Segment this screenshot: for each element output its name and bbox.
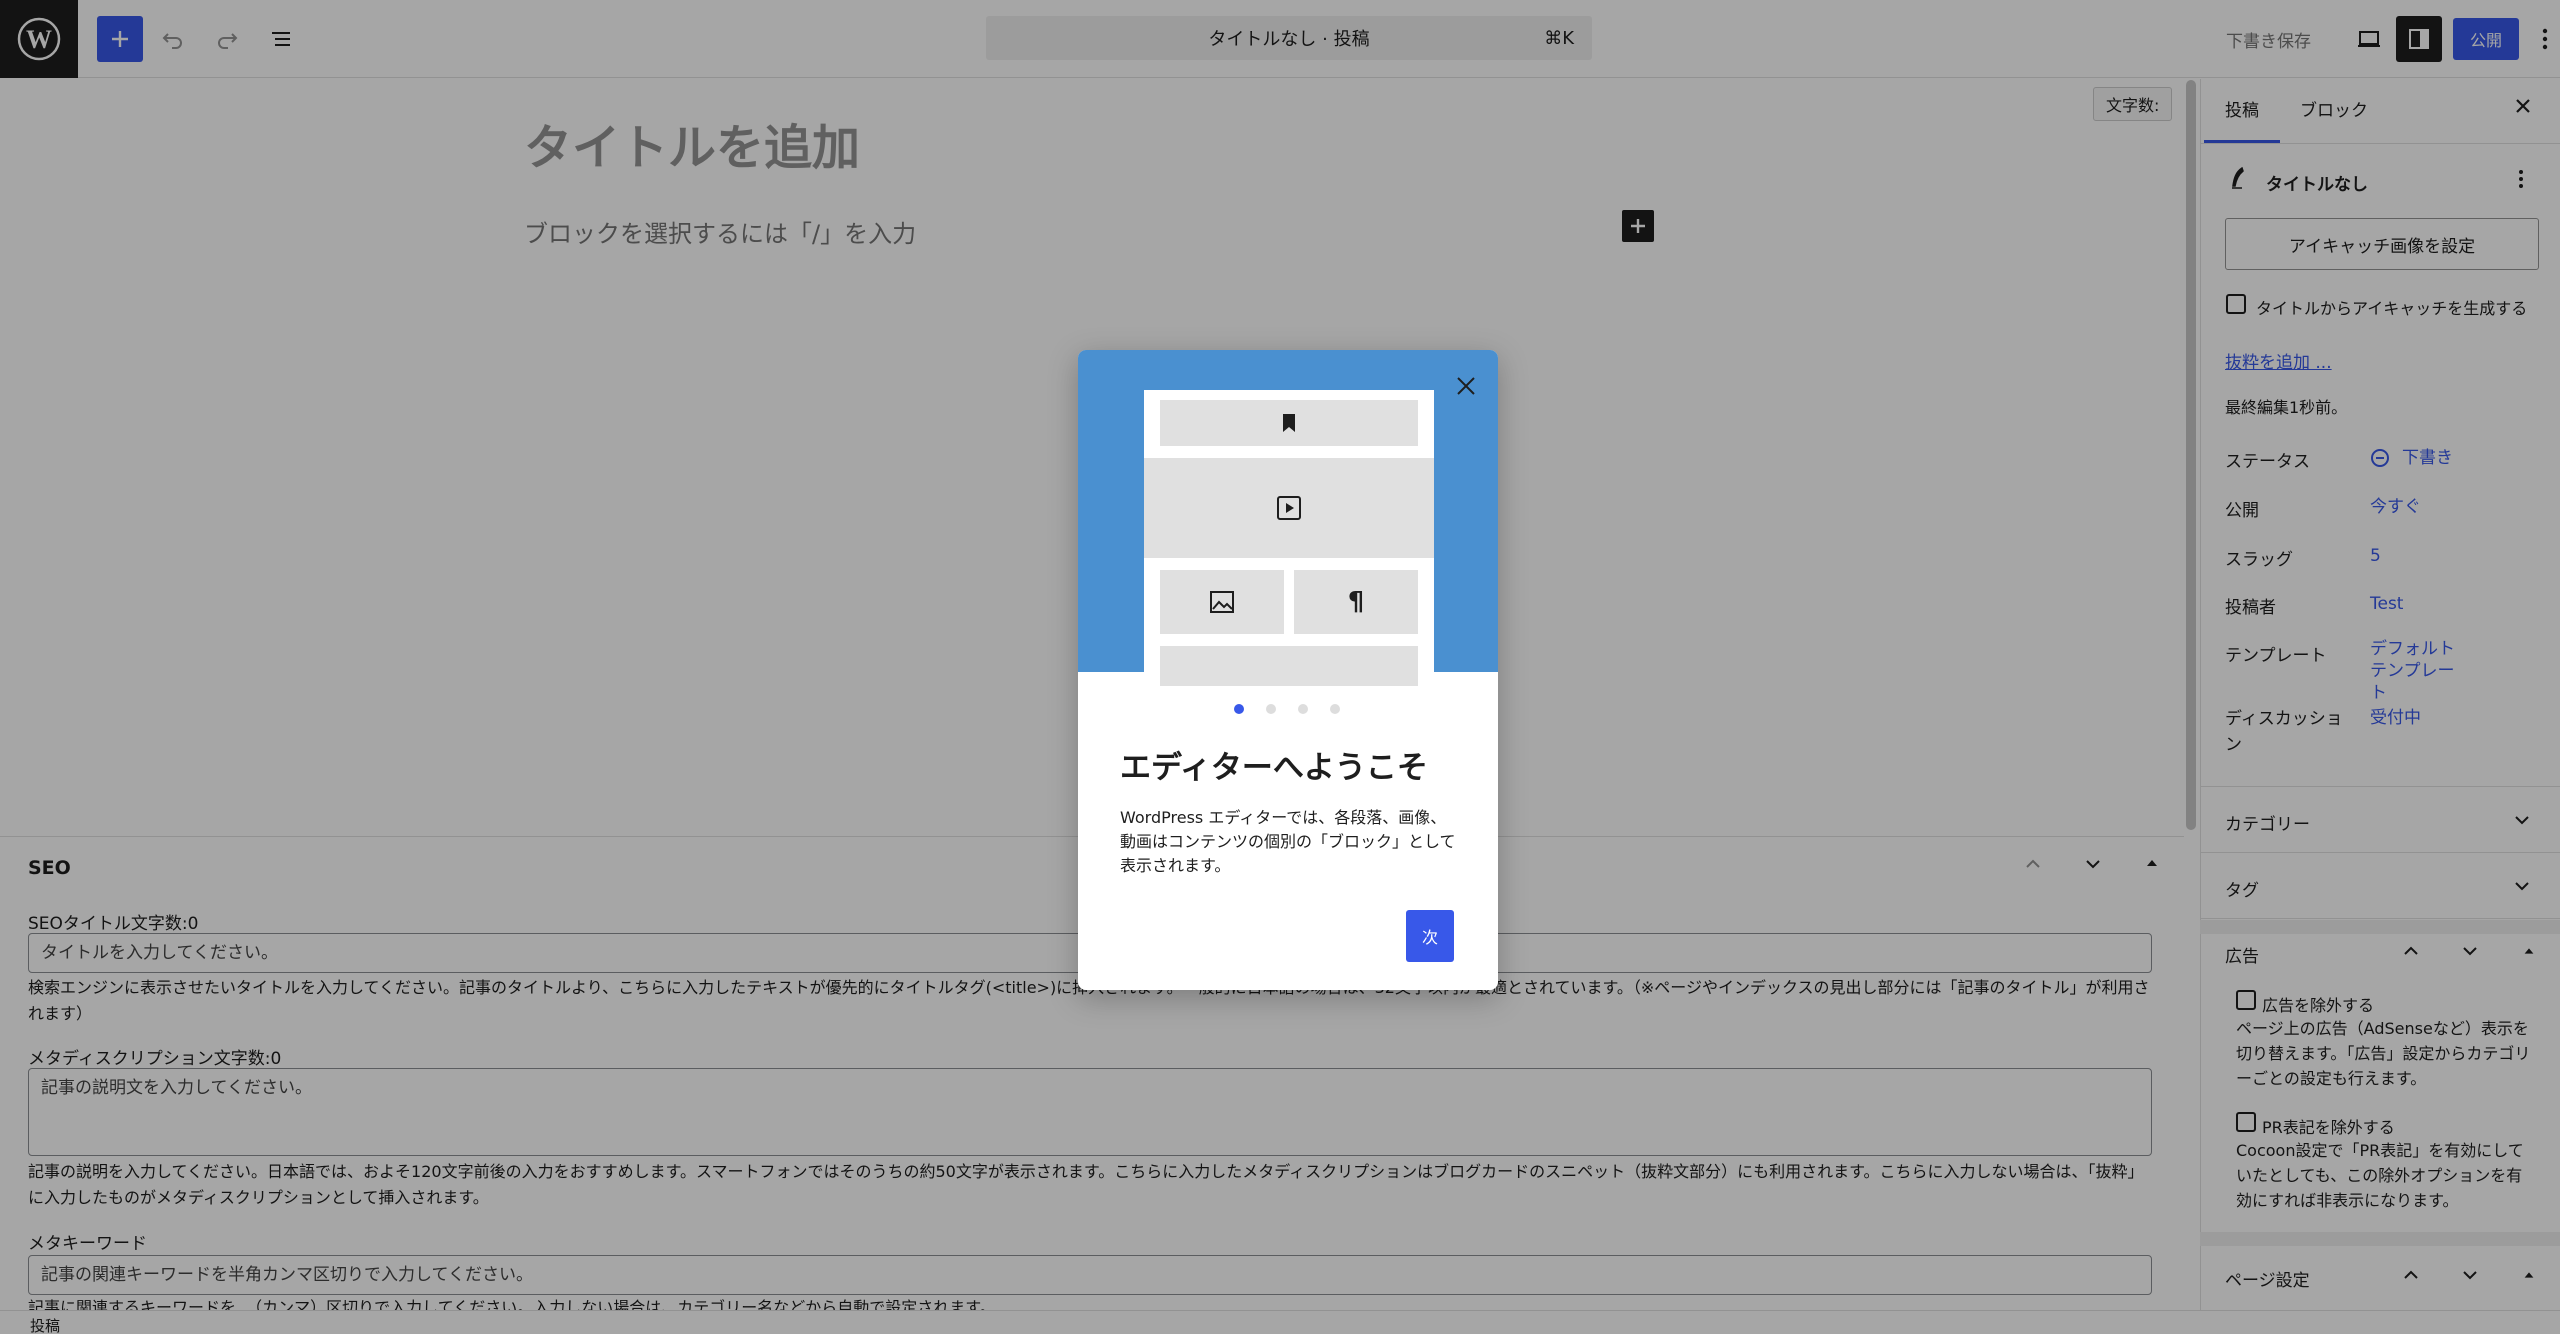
next-button[interactable]: 次 — [1406, 910, 1454, 962]
play-icon — [1277, 496, 1301, 520]
illustration-card: ¶ — [1144, 390, 1434, 686]
bookmark-block — [1160, 400, 1418, 446]
close-icon — [1457, 377, 1475, 395]
welcome-guide-modal: ¶ エディターへようこそ WordPress エディターでは、各段落、画像、動画… — [1078, 350, 1498, 990]
paragraph-icon: ¶ — [1294, 570, 1418, 634]
page-indicator-3[interactable] — [1298, 704, 1308, 714]
modal-description: WordPress エディターでは、各段落、画像、動画はコンテンツの個別の「ブロ… — [1120, 808, 1456, 875]
page-indicator-1[interactable] — [1234, 704, 1244, 714]
welcome-illustration: ¶ — [1078, 350, 1498, 686]
image-block — [1160, 570, 1284, 634]
bookmark-icon — [1283, 414, 1295, 432]
close-modal-button[interactable] — [1448, 368, 1484, 404]
image-icon — [1210, 591, 1234, 613]
page-indicator-2[interactable] — [1266, 704, 1276, 714]
page-indicator-4[interactable] — [1330, 704, 1340, 714]
modal-title: エディターへようこそ — [1120, 750, 1428, 786]
placeholder-block — [1160, 646, 1418, 686]
video-block — [1144, 458, 1434, 558]
